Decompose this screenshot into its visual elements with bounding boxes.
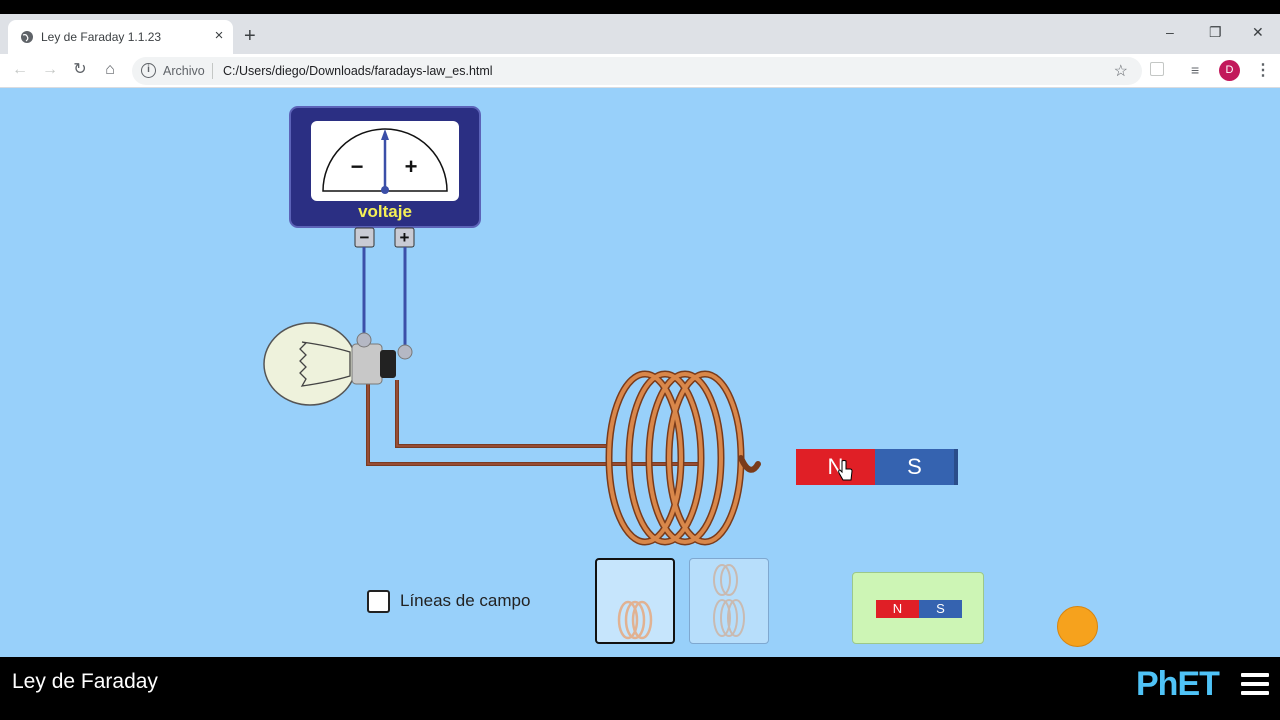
address-bar[interactable]: i Archivo C:/Users/diego/Downloads/farad… [132,57,1142,85]
flip-north-label: N [876,600,919,618]
hamburger-menu-icon[interactable] [1241,673,1269,697]
back-arrow-icon[interactable]: ← [9,59,31,81]
profile-avatar[interactable]: D [1219,60,1240,81]
address-scheme-label: Archivo [163,64,205,78]
one-coil-button[interactable] [595,558,675,644]
bulb-glass [263,322,357,406]
two-coil-button[interactable] [689,558,769,644]
voltmeter-plus-sign: + [405,154,418,179]
magnet-south-pole[interactable]: S [875,449,958,485]
address-url[interactable]: C:/Users/diego/Downloads/faradays-law_es… [223,64,493,78]
bulb-contact [380,350,396,378]
media-control-icon[interactable]: ≡ [1191,62,1199,78]
phet-logo[interactable]: PhET [1136,665,1220,704]
flip-south-label: S [919,600,962,618]
extension-icon[interactable] [1150,62,1164,76]
flip-magnet-button[interactable]: N S [852,572,984,644]
tab-close-icon[interactable]: × [210,27,228,44]
circuit-wire-inner [395,380,612,448]
browser-menu-icon[interactable]: ⋮ [1255,60,1271,80]
forward-arrow-icon[interactable]: → [39,59,61,81]
bulb-connector-left [356,332,372,348]
field-lines-checkbox[interactable] [367,590,390,613]
browser-tab-strip: Ley de Faraday 1.1.23 × + – ❐ ✕ [0,14,1280,54]
field-lines-label: Líneas de campo [400,591,531,610]
magnet-north-pole[interactable]: N [796,449,875,485]
bulb-connector-right [397,344,413,360]
terminal-plus-label: + [400,228,410,247]
hand-cursor-icon [838,460,853,481]
terminal-minus-label: − [360,228,370,247]
voltmeter-minus-sign: − [351,154,364,179]
coil [605,370,761,546]
address-separator [212,63,213,79]
tab-title: Ley de Faraday 1.1.23 [41,30,162,44]
minimize-window-icon[interactable]: – [1166,24,1174,40]
new-tab-button[interactable]: + [244,26,256,46]
bar-magnet[interactable]: N S [796,449,958,485]
restore-window-icon[interactable]: ❐ [1209,24,1222,41]
close-window-icon[interactable]: ✕ [1252,24,1264,41]
reset-all-button[interactable] [1057,606,1098,647]
circuit-wire-inner-highlight [396,380,612,447]
home-icon[interactable]: ⌂ [99,59,121,81]
browser-tab[interactable]: Ley de Faraday 1.1.23 × [8,20,233,54]
reload-icon[interactable]: ↻ [69,59,91,81]
bulb-base [351,343,383,385]
sim-title: Ley de Faraday [12,670,158,693]
simulation-area: − + − + voltaje Líneas de campo N S N S [0,88,1280,657]
sim-navbar: Ley de Faraday PhET [0,657,1280,720]
globe-icon [21,31,33,43]
browser-toolbar: ← → ↻ ⌂ i Archivo C:/Users/diego/Downloa… [0,54,1280,88]
top-black-strip [0,0,1280,14]
bookmark-star-icon[interactable]: ☆ [1114,61,1128,81]
info-icon[interactable]: i [141,63,156,78]
voltmeter-pivot [381,186,389,194]
voltmeter-label: voltaje [358,202,412,221]
